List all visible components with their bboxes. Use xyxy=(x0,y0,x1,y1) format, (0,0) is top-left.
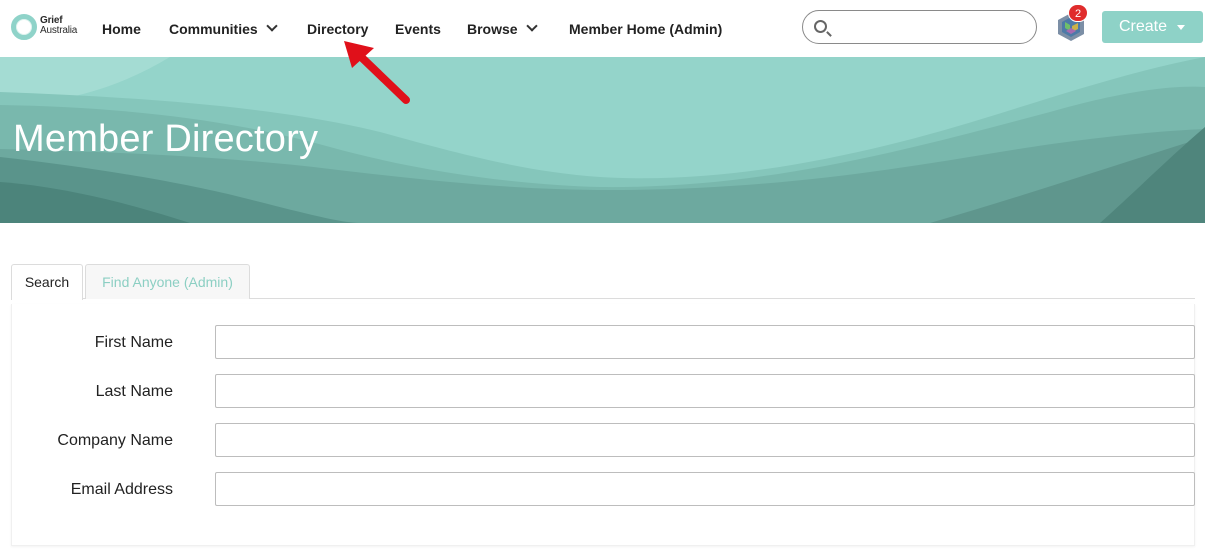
email-address-label: Email Address xyxy=(70,481,173,498)
search-form: First Name Last Name Company Name Email … xyxy=(11,304,1195,546)
nav-communities-label: Communities xyxy=(169,20,258,37)
company-name-field[interactable] xyxy=(215,423,1195,457)
nav-directory-label: Directory xyxy=(307,20,369,37)
tab-search[interactable]: Search xyxy=(11,264,83,300)
nav-communities[interactable]: Communities xyxy=(169,0,278,57)
first-name-label: First Name xyxy=(94,334,173,351)
nav-events-label: Events xyxy=(395,20,441,37)
search-box[interactable] xyxy=(802,10,1037,44)
last-name-field[interactable] xyxy=(215,374,1195,408)
nav-member-home-label: Member Home (Admin) xyxy=(569,20,723,37)
top-navigation-bar: Grief Australia Home Communities Directo… xyxy=(0,0,1205,57)
nav-directory[interactable]: Directory xyxy=(307,0,368,57)
logo-wordmark: Grief Australia xyxy=(40,16,77,36)
nav-browse[interactable]: Browse xyxy=(467,0,538,57)
tab-find-anyone-admin[interactable]: Find Anyone (Admin) xyxy=(85,264,250,299)
logo-ring-icon xyxy=(11,14,37,40)
page-banner: Member Directory xyxy=(0,57,1205,223)
nav-home-label: Home xyxy=(102,20,141,37)
company-name-label: Company Name xyxy=(57,432,173,449)
caret-down-icon xyxy=(1177,25,1185,30)
nav-events[interactable]: Events xyxy=(395,0,441,57)
search-input[interactable] xyxy=(835,13,1030,41)
directory-tabs: Search Find Anyone (Admin) xyxy=(11,264,1195,300)
create-button[interactable]: Create xyxy=(1102,11,1203,43)
nav-home[interactable]: Home xyxy=(102,0,141,57)
search-icon xyxy=(814,20,827,33)
email-address-field[interactable] xyxy=(215,472,1195,506)
logo-text-line2: Australia xyxy=(40,25,78,36)
page-title: Member Directory xyxy=(13,118,319,160)
chevron-down-icon xyxy=(525,20,538,32)
brand-logo[interactable]: Grief Australia xyxy=(11,13,83,43)
chevron-down-icon xyxy=(266,20,278,32)
last-name-label: Last Name xyxy=(95,383,173,400)
first-name-field[interactable] xyxy=(215,325,1195,359)
nav-member-home-admin[interactable]: Member Home (Admin) xyxy=(569,0,722,57)
nav-browse-label: Browse xyxy=(467,20,518,37)
notification-badge[interactable]: 2 xyxy=(1068,4,1088,22)
